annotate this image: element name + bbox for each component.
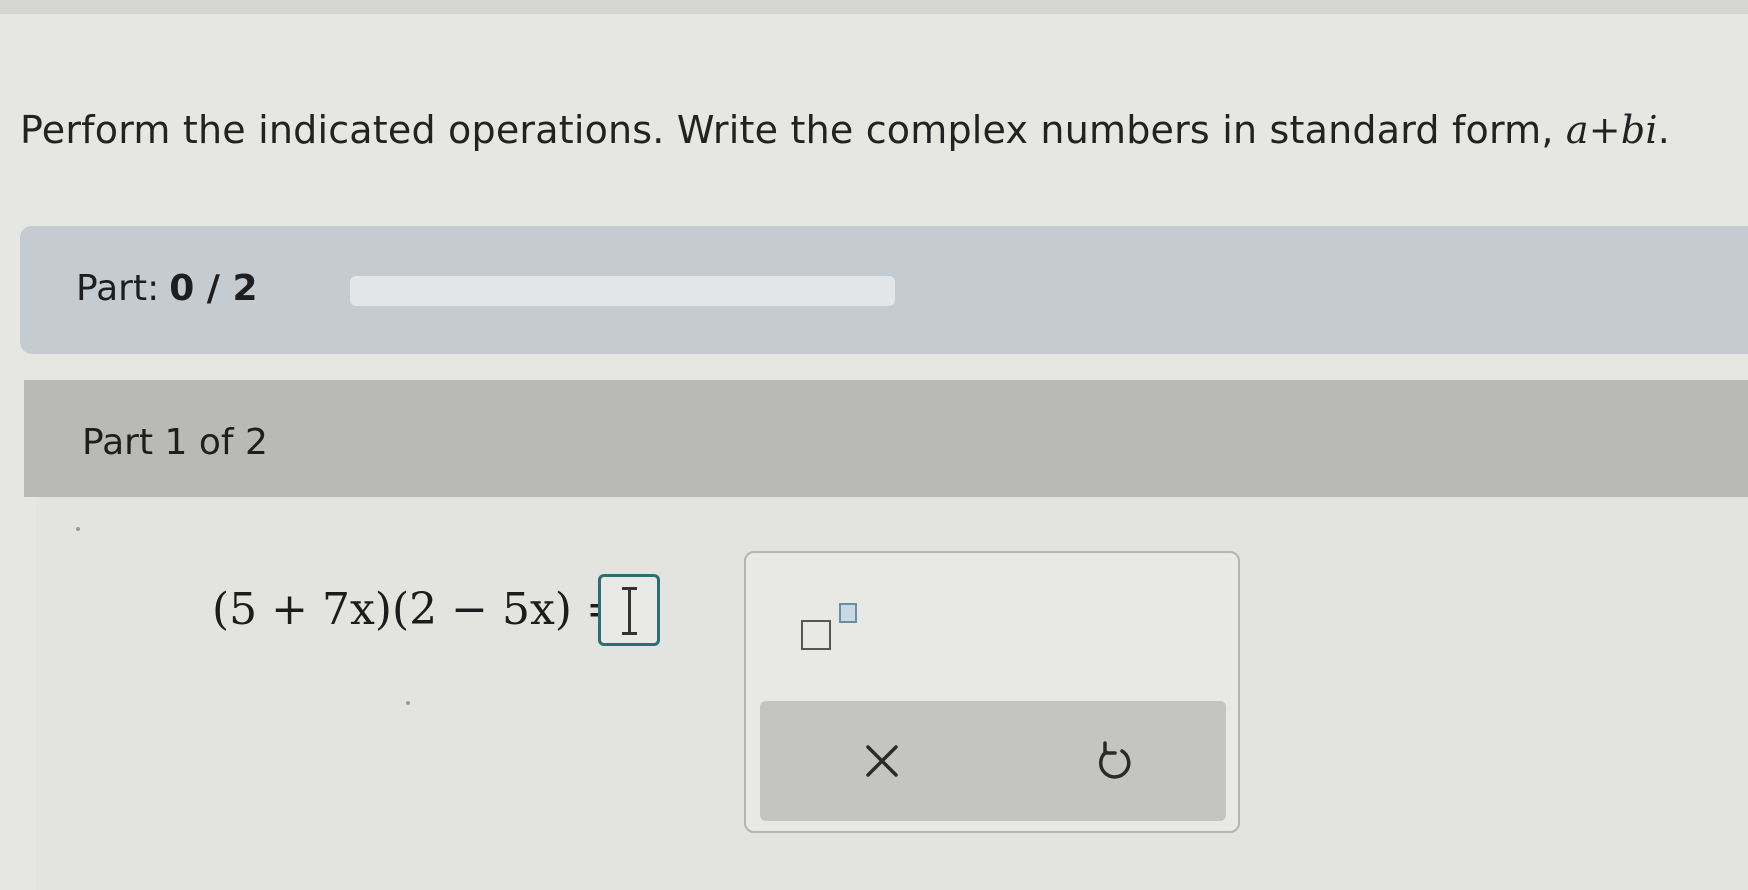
part-header-label: Part 1 of 2 <box>82 422 268 463</box>
top-strip <box>0 0 1748 14</box>
close-icon <box>866 745 898 777</box>
problem-expression: (5 + 7x)(2 − 5x) = <box>212 584 623 635</box>
undo-icon <box>1098 741 1131 779</box>
math-keypad <box>744 551 1240 833</box>
screen-speck <box>406 701 410 705</box>
instructions-period: . <box>1657 108 1670 152</box>
part-header: Part 1 of 2 <box>24 380 1748 497</box>
keypad-action-bar <box>760 701 1226 821</box>
superscript-template-icon-power <box>839 603 857 623</box>
text-cursor-icon <box>622 587 637 635</box>
exponent-button[interactable] <box>796 593 876 663</box>
clear-button[interactable] <box>852 731 912 791</box>
instructions-text: Perform the indicated operations. Write … <box>20 108 1670 152</box>
page: Perform the indicated operations. Write … <box>0 0 1748 890</box>
answer-input[interactable] <box>598 574 660 646</box>
instructions-body: Perform the indicated operations. Write … <box>20 108 1566 152</box>
part-progress-panel: Part: 0 / 2 <box>20 226 1748 354</box>
standard-form-math: a+bi <box>1565 108 1658 152</box>
part-progress-prefix: Part: <box>76 268 160 309</box>
part-progress-label: Part: 0 / 2 <box>76 268 258 309</box>
progress-bar <box>350 276 895 306</box>
undo-button[interactable] <box>1084 731 1144 791</box>
screen-speck <box>76 527 80 531</box>
part-progress-count: 0 / 2 <box>169 268 258 309</box>
superscript-template-icon <box>801 620 831 650</box>
